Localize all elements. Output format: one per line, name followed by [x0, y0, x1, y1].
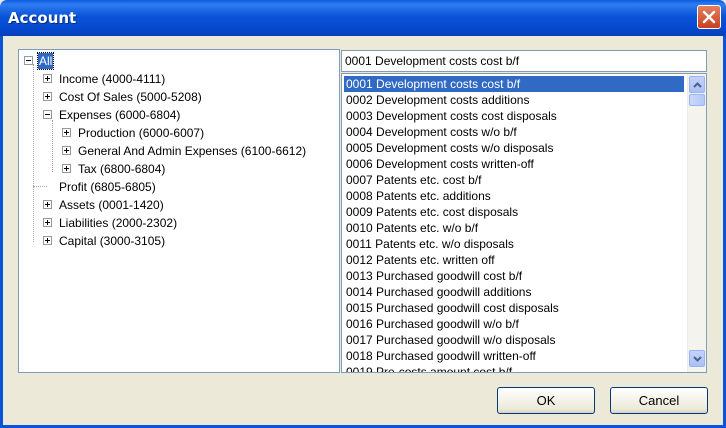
tree-node-label: Assets (0001-1420)	[59, 198, 164, 212]
account-search-input[interactable]: 0001 Development costs cost b/f	[341, 50, 707, 72]
expand-icon[interactable]	[62, 128, 71, 137]
tree-node-label: Expenses (6000-6804)	[59, 108, 181, 122]
expand-icon[interactable]	[43, 92, 52, 101]
list-item[interactable]: 0017 Purchased goodwill w/o disposals	[344, 332, 684, 348]
list-item[interactable]: 0016 Purchased goodwill w/o b/f	[344, 316, 684, 332]
list-item[interactable]: 0009 Patents etc. cost disposals	[344, 204, 684, 220]
list-item[interactable]: 0007 Patents etc. cost b/f	[344, 172, 684, 188]
list-item[interactable]: 0018 Purchased goodwill written-off	[344, 348, 684, 364]
list-item[interactable]: 0001 Development costs cost b/f	[344, 76, 684, 92]
window-title: Account	[8, 9, 77, 27]
tree-node-label: Production (6000-6007)	[78, 126, 205, 140]
vertical-scrollbar[interactable]	[687, 74, 706, 372]
list-item[interactable]: 0013 Purchased goodwill cost b/f	[344, 268, 684, 284]
title-bar[interactable]: Account	[0, 0, 726, 36]
tree-node-label: Tax (6800-6804)	[78, 162, 166, 176]
tree-node-label: Cost Of Sales (5000-5208)	[59, 90, 202, 104]
scroll-down-button[interactable]	[689, 350, 705, 367]
expand-icon[interactable]	[43, 74, 52, 83]
expand-icon[interactable]	[43, 218, 52, 227]
list-item[interactable]: 0006 Development costs written-off	[344, 156, 684, 172]
scrollbar-thumb[interactable]	[689, 94, 705, 106]
collapse-icon[interactable]	[43, 110, 52, 119]
scroll-up-button[interactable]	[689, 76, 705, 93]
list-item[interactable]: 0011 Patents etc. w/o disposals	[344, 236, 684, 252]
tree-node-label: General And Admin Expenses (6100-6612)	[78, 144, 307, 158]
list-item[interactable]: 0010 Patents etc. w/o b/f	[344, 220, 684, 236]
account-tree[interactable]: All Income (4000-4111) Cost Of Sales (50…	[18, 49, 340, 373]
expand-icon[interactable]	[62, 164, 71, 173]
list-item[interactable]: 0002 Development costs additions	[344, 92, 684, 108]
list-item[interactable]: 0008 Patents etc. additions	[344, 188, 684, 204]
tree-node-label: All	[36, 52, 55, 70]
list-item[interactable]: 0003 Development costs cost disposals	[344, 108, 684, 124]
collapse-icon[interactable]	[24, 56, 33, 65]
list-item[interactable]: 0014 Purchased goodwill additions	[344, 284, 684, 300]
tree-node-label: Income (4000-4111)	[59, 72, 166, 86]
list-item[interactable]: 0015 Purchased goodwill cost disposals	[344, 300, 684, 316]
close-button[interactable]	[697, 5, 721, 29]
list-item[interactable]: 0005 Development costs w/o disposals	[344, 140, 684, 156]
tree-node-label: Capital (3000-3105)	[59, 234, 166, 248]
expand-icon[interactable]	[62, 146, 71, 155]
list-item[interactable]: 0012 Patents etc. written off	[344, 252, 684, 268]
tree-node-label: Liabilities (2000-2302)	[59, 216, 178, 230]
cancel-button[interactable]: Cancel	[610, 387, 708, 414]
chevron-down-icon	[692, 355, 702, 362]
close-icon	[702, 10, 716, 24]
tree-node-label: Profit (6805-6805)	[59, 180, 156, 194]
expand-icon[interactable]	[43, 236, 52, 245]
chevron-up-icon	[692, 81, 702, 88]
account-list[interactable]: 0001 Development costs cost b/f 0002 Deve…	[341, 73, 707, 373]
expand-icon[interactable]	[43, 200, 52, 209]
ok-button[interactable]: OK	[497, 387, 595, 414]
list-item[interactable]: 0004 Development costs w/o b/f	[344, 124, 684, 140]
list-item[interactable]: 0019 Pre-costs amount cost b/f	[344, 364, 684, 372]
